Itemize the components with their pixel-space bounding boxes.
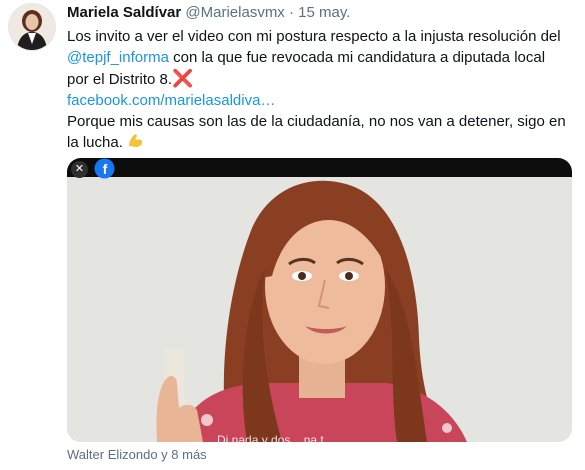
tweet-date[interactable]: 15 may. [298,4,350,21]
text-line-2: @tepjf_informa con la que fue revocada m… [67,47,577,68]
video-topbar [67,158,572,177]
text-line-1: Los invito a ver el video con mi postura… [67,28,561,45]
video-card[interactable]: ✕ f Di nada y dos .. na t [67,158,572,442]
video-frame [67,158,572,442]
text-line-3-content: por el Distrito 8. [67,71,173,88]
avatar[interactable] [8,3,56,51]
facebook-letter: f [103,161,108,177]
flexed-biceps-emoji [127,134,145,151]
mention-link[interactable]: @tepjf_informa [67,49,169,66]
text-line-2-rest: con la que fue revocada mi candidatura a… [168,49,546,66]
tweet-text: Los invito a ver el video con mi postura… [67,26,577,153]
text-line-6: la lucha. [67,132,577,153]
tweet-header: Mariela Saldívar @Marielasvmx · 15 may. [67,4,350,22]
separator-dot: · [288,4,294,21]
text-line-3: por el Distrito 8.❌ [67,68,577,90]
text-line-5: Porque mis causas son las de la ciudadan… [67,113,566,130]
close-icon[interactable]: ✕ [71,161,88,178]
cross-mark-emoji: ❌ [172,69,194,88]
author-name[interactable]: Mariela Saldívar [67,4,181,21]
facebook-icon[interactable]: f [94,158,115,179]
author-handle[interactable]: @Marielasvmx [185,4,284,21]
video-caption: Di nada y dos .. na t [217,433,324,442]
facebook-link[interactable]: facebook.com/marielasaldiva… [67,90,577,111]
tagged-users-link[interactable]: Walter Elizondo y 8 más [67,447,207,463]
text-line-6-content: la lucha. [67,134,128,151]
